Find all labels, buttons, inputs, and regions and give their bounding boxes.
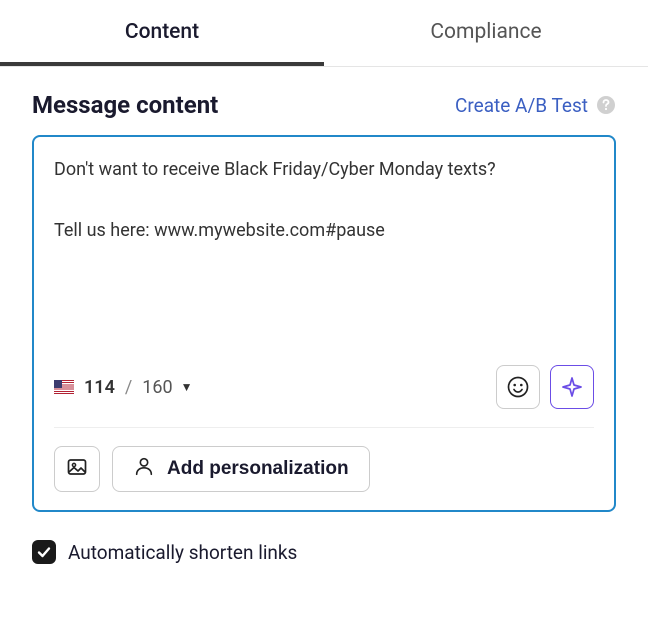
create-ab-test-link[interactable]: Create A/B Test <box>455 94 588 117</box>
tabs-container: Content Compliance <box>0 0 648 67</box>
help-icon[interactable] <box>596 95 616 115</box>
person-icon <box>133 455 155 483</box>
add-personalization-button[interactable]: Add personalization <box>112 446 370 492</box>
shorten-links-checkbox[interactable] <box>32 540 56 564</box>
counter-row: 114 / 160 ▼ <box>54 365 594 428</box>
image-icon <box>65 455 89 483</box>
ai-sparkle-button[interactable] <box>550 365 594 409</box>
ab-test-group: Create A/B Test <box>455 94 616 117</box>
tab-compliance[interactable]: Compliance <box>324 0 648 66</box>
counter-separator: / <box>125 377 132 398</box>
sparkle-icon <box>560 375 584 399</box>
active-tab-indicator <box>0 62 324 66</box>
tab-content[interactable]: Content <box>0 0 324 66</box>
checkmark-icon <box>36 544 52 560</box>
message-editor: Don't want to receive Black Friday/Cyber… <box>32 135 616 512</box>
shorten-links-row: Automatically shorten links <box>32 540 616 564</box>
message-textarea[interactable]: Don't want to receive Black Friday/Cyber… <box>54 155 594 355</box>
add-personalization-label: Add personalization <box>167 458 349 480</box>
editor-action-row: Add personalization <box>54 446 594 492</box>
shorten-links-label: Automatically shorten links <box>68 541 297 564</box>
section-header: Message content Create A/B Test <box>32 91 616 119</box>
emoji-icon <box>506 375 530 399</box>
add-image-button[interactable] <box>54 446 100 492</box>
chars-used: 114 <box>84 377 115 398</box>
chevron-down-icon: ▼ <box>181 380 193 394</box>
editor-icon-buttons <box>496 365 594 409</box>
page-title: Message content <box>32 91 218 119</box>
chars-max: 160 <box>142 377 172 398</box>
char-counter[interactable]: 114 / 160 ▼ <box>54 377 193 398</box>
emoji-button[interactable] <box>496 365 540 409</box>
content-panel: Message content Create A/B Test Don't wa… <box>0 67 648 588</box>
us-flag-icon <box>54 380 74 394</box>
